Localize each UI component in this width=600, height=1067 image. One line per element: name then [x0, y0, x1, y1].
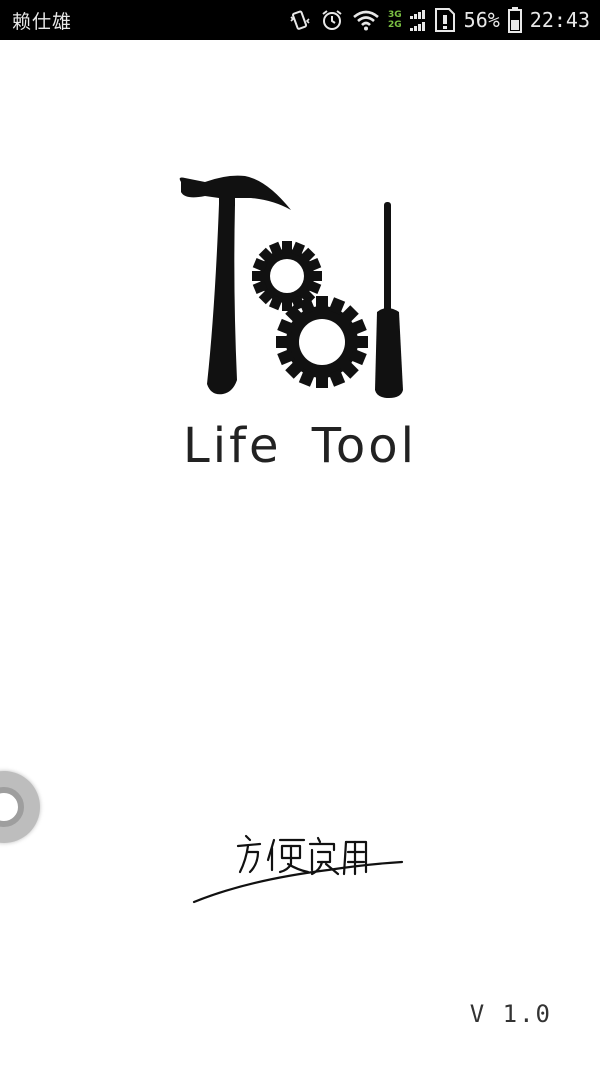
gear-icon-large [276, 296, 368, 388]
version-label: V 1.0 [469, 1000, 552, 1028]
splash-screen: 赖仕雄 3G 2G 56% 22:43 Life Tool V 1.0 [0, 0, 600, 1067]
network-type: 3G 2G [388, 10, 402, 30]
battery-percent: 56% [463, 8, 500, 32]
gear-icon [252, 241, 322, 311]
vibrate-icon [290, 10, 310, 30]
clock: 22:43 [529, 8, 590, 32]
assistive-touch-button[interactable] [0, 771, 40, 843]
sim-icon [434, 8, 455, 32]
signal-icon [409, 10, 425, 31]
app-logo [179, 175, 403, 398]
carrier-name: 赖仕雄 [12, 10, 73, 33]
screwdriver-icon [375, 202, 403, 398]
wifi-icon [353, 10, 379, 31]
network-type-top: 3G [388, 10, 402, 20]
app-name: Life Tool [183, 418, 417, 474]
status-bar: 赖仕雄 3G 2G 56% 22:43 [0, 0, 600, 40]
alarm-icon [322, 10, 342, 30]
battery-icon [507, 7, 522, 33]
status-icons: 3G 2G 56% 22:43 [288, 7, 590, 33]
network-type-bottom: 2G [388, 20, 402, 30]
handwritten-slogan [192, 834, 404, 904]
